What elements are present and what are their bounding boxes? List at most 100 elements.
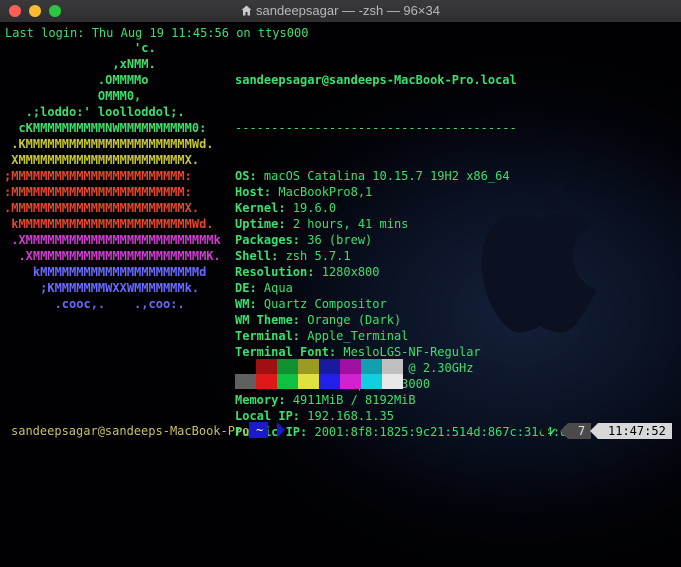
info-value: MacBookPro8,1 — [278, 185, 373, 199]
info-row: Host: MacBookPro8,1 — [235, 184, 567, 200]
info-row: Terminal Font: MesloLGS-NF-Regular — [235, 344, 567, 360]
info-value: Apple_Terminal — [307, 329, 409, 343]
color-swatch — [298, 374, 319, 389]
info-colon: : — [292, 409, 308, 423]
prompt-arrow-separator — [277, 422, 285, 438]
prompt-user-host: sandeepsagar@sandeeps-MacBook-Pro — [11, 424, 250, 438]
info-colon: : — [292, 329, 308, 343]
neofetch-user-host: sandeepsagar@sandeeps-MacBook-Pro.local — [235, 73, 517, 87]
logo-line: .MMMMMMMMMMMMMMMMMMMMMMMMX. — [4, 201, 200, 215]
info-row: Shell: zsh 5.7.1 — [235, 248, 567, 264]
logo-line: kMMMMMMMMMMMMMMMMMMMMMMd — [4, 265, 207, 279]
color-swatch — [319, 359, 340, 374]
info-colon: : — [249, 297, 264, 311]
neofetch-separator: --------------------------------------- — [235, 121, 517, 135]
logo-line: kMMMMMMMMMMMMMMMMMMMMMMMMWd. — [4, 217, 214, 231]
color-swatch — [382, 359, 403, 374]
logo-line: :MMMMMMMMMMMMMMMMMMMMMMMM: — [4, 185, 192, 199]
status-check-icon: ✔ — [549, 424, 557, 438]
info-row: Terminal: Apple_Terminal — [235, 328, 567, 344]
info-colon: : — [249, 281, 264, 295]
terminal-content[interactable]: Last login: Thu Aug 19 11:45:56 on ttys0… — [0, 22, 681, 567]
info-key: Terminal — [235, 329, 293, 343]
info-key: Terminal Font — [235, 345, 329, 359]
prompt-time: 11:47:52 — [598, 423, 672, 439]
logo-line: .KMMMMMMMMMMMMMMMMMMMMMMMWd. — [4, 137, 214, 151]
color-swatch — [340, 374, 361, 389]
info-value: 192.168.1.35 — [307, 409, 394, 423]
info-colon: : — [278, 201, 293, 215]
info-row: WM: Quartz Compositor — [235, 296, 567, 312]
info-colon: : — [271, 249, 286, 263]
prompt-directory: ~ — [249, 422, 269, 438]
logo-line: ;MMMMMMMMMMMMMMMMMMMMMMMM: — [4, 169, 192, 183]
info-row: Resolution: 1280x800 — [235, 264, 567, 280]
info-key: Memory — [235, 393, 279, 407]
logo-line: ,xNMM. — [4, 57, 156, 71]
last-login-line: Last login: Thu Aug 19 11:45:56 on ttys0… — [5, 26, 309, 40]
logo-line: .XMMMMMMMMMMMMMMMMMMMMMMMMMMk — [4, 233, 221, 247]
info-row: Packages: 36 (brew) — [235, 232, 567, 248]
info-colon: : — [278, 217, 293, 231]
logo-line: .OMMMMo — [4, 73, 149, 87]
info-key: Uptime — [235, 217, 279, 231]
color-swatch — [277, 374, 298, 389]
neofetch-rows: OS: macOS Catalina 10.15.7 19H2 x86_64 Ho… — [235, 168, 567, 440]
info-colon: : — [300, 425, 315, 439]
info-value: 4911MiB / 8192MiB — [292, 393, 416, 407]
logo-line: .;loddo:' loolloddol;. — [4, 105, 185, 119]
info-colon: : — [249, 169, 264, 183]
color-swatch — [256, 374, 277, 389]
color-swatch — [319, 374, 340, 389]
color-swatch — [382, 374, 403, 389]
info-value: 2001:8f8:1825:9c21:514d:867c:31c4:d — [314, 425, 568, 439]
info-value: 1280x800 — [321, 265, 380, 279]
terminal-window: sandeepsagar — -zsh — 96×34 Last login: … — [0, 0, 681, 567]
neofetch-info: sandeepsagar@sandeeps-MacBook-Pro.local … — [235, 40, 567, 472]
info-row: WM Theme: Orange (Dark) — [235, 312, 567, 328]
info-value: Orange (Dark) — [307, 313, 402, 327]
logo-line: cKMMMMMMMMMMNWMMMMMMMMMM0: — [4, 121, 207, 135]
logo-line: 'c. — [4, 41, 156, 55]
right-prompt: ✔ 7 11:47:52 — [540, 423, 672, 439]
logo-line: OMMM0, — [4, 89, 142, 103]
info-key: Host — [235, 185, 264, 199]
color-swatch — [277, 359, 298, 374]
info-value: Aqua — [263, 281, 293, 295]
info-key: DE — [235, 281, 250, 295]
info-value: macOS Catalina 10.15.7 19H2 x86_64 — [263, 169, 510, 183]
info-value: Quartz Compositor — [263, 297, 387, 311]
logo-line: ;KMMMMMMMWXXWMMMMMMMk. — [4, 281, 200, 295]
color-swatch — [235, 374, 256, 389]
info-colon: : — [328, 345, 344, 359]
info-colon: : — [292, 233, 308, 247]
info-row: OS: macOS Catalina 10.15.7 19H2 x86_64 — [235, 168, 567, 184]
window-title-area: sandeepsagar — -zsh — 96×34 — [0, 3, 681, 18]
info-value: 36 (brew) — [307, 233, 373, 247]
info-value: 19.6.0 — [292, 201, 337, 215]
color-swatch — [298, 359, 319, 374]
color-swatch — [361, 359, 382, 374]
info-value: MesloLGS-NF-Regular — [343, 345, 481, 359]
window-title: sandeepsagar — -zsh — 96×34 — [256, 3, 440, 18]
info-colon: : — [278, 393, 293, 407]
info-colon: : — [292, 313, 308, 327]
neofetch-apple-ascii-logo: 'c. ,xNMM. .OMMMMo OMMM0, .;loddo:' lool… — [4, 40, 221, 312]
info-key: OS — [235, 169, 250, 183]
rprompt-separator — [590, 423, 598, 439]
info-value: zsh 5.7.1 — [285, 249, 351, 263]
info-value: 2 hours, 41 mins — [292, 217, 409, 231]
rprompt-separator — [560, 423, 568, 439]
info-key: Kernel — [235, 201, 279, 215]
info-key: Local IP — [235, 409, 293, 423]
info-colon: : — [263, 185, 279, 199]
title-bar[interactable]: sandeepsagar — -zsh — 96×34 — [0, 0, 681, 23]
info-row: Uptime: 2 hours, 41 mins — [235, 216, 567, 232]
color-swatch — [361, 374, 382, 389]
info-row: Memory: 4911MiB / 8192MiB — [235, 392, 567, 408]
logo-line: XMMMMMMMMMMMMMMMMMMMMMMMX. — [4, 153, 200, 167]
info-key: Packages — [235, 233, 293, 247]
home-folder-icon — [241, 5, 252, 16]
info-row: Kernel: 19.6.0 — [235, 200, 567, 216]
logo-line: .cooc,. .,coo:. — [4, 297, 185, 311]
